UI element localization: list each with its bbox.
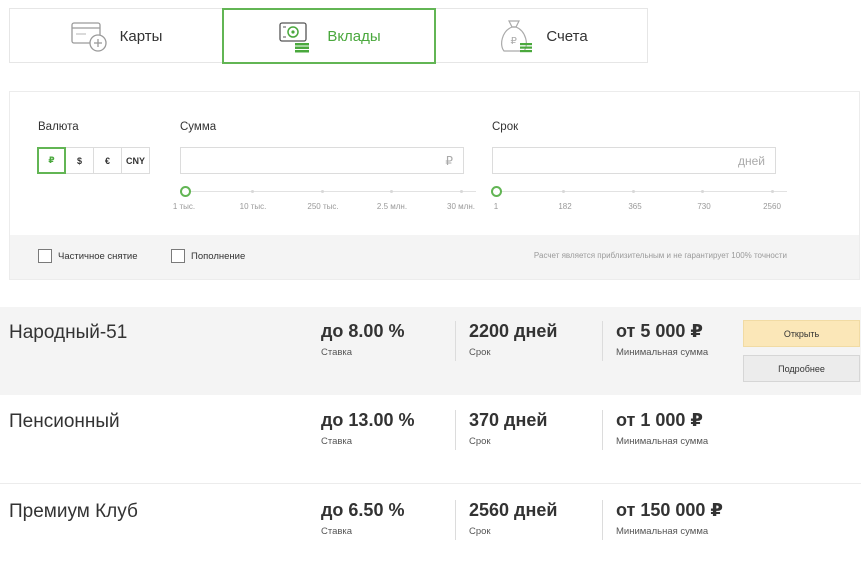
amount-slider-step [321, 190, 324, 193]
amount-slider-handle[interactable] [180, 186, 191, 197]
amount-slider-step [390, 190, 393, 193]
rate-block: до 6.50 % Ставка [321, 500, 404, 537]
partial-withdrawal-checkbox[interactable]: Частичное снятие [38, 249, 138, 263]
term-label: Срок [492, 121, 519, 133]
open-deposit-button[interactable]: Открыть [743, 320, 860, 347]
tab-label: Счета [546, 27, 588, 45]
rate-value: до 8.00 % [321, 321, 405, 341]
amount-currency-suffix: ₽ [445, 153, 453, 168]
min-sum-block: от 1 000 ₽ Минимальная сумма [616, 410, 708, 447]
term-tick: 365 [628, 202, 642, 211]
rate-block: до 8.00 % Ставка [321, 321, 404, 358]
tab-accounts[interactable]: ₽ Счета [436, 8, 648, 64]
rate-caption: Ставка [321, 526, 353, 537]
divider [602, 500, 603, 540]
divider [602, 321, 603, 361]
amount-tick: 30 млн. [447, 202, 475, 211]
deposit-row: Пенсионный до 13.00 % Ставка 370 дней Ср… [0, 396, 861, 484]
currency-selector: ₽ $ € CNY [37, 147, 150, 174]
amount-tick: 250 тыс. [307, 202, 339, 211]
currency-eur-button[interactable]: € [93, 147, 122, 174]
term-slider-step [771, 190, 774, 193]
tab-cards[interactable]: Карты [10, 8, 222, 64]
term-value: 2200 дней [469, 321, 558, 341]
divider [602, 410, 603, 450]
amount-label: Сумма [180, 121, 217, 133]
checkbox-box[interactable] [38, 249, 52, 263]
min-sum-value: от 150 000 ₽ [616, 500, 723, 520]
currency-usd-button[interactable]: $ [65, 147, 94, 174]
rate-value: до 13.00 % [321, 410, 415, 430]
term-slider[interactable]: 1 182 365 730 2560 [491, 185, 791, 211]
divider [455, 500, 456, 540]
checkbox-label: Частичное снятие [58, 250, 138, 262]
checkbox-box[interactable] [171, 249, 185, 263]
term-tick: 1 [493, 202, 499, 211]
term-block: 2200 дней Срок [469, 321, 557, 358]
term-tick: 730 [697, 202, 711, 211]
amount-slider-step [251, 190, 254, 193]
term-value: 370 дней [469, 410, 548, 430]
deposit-name[interactable]: Премиум Клуб [9, 501, 138, 523]
term-caption: Срок [469, 347, 491, 358]
term-slider-step [632, 190, 635, 193]
amount-slider[interactable]: 1 тыс. 10 тыс. 250 тыс. 2.5 млн. 30 млн. [173, 185, 480, 211]
amount-slider-track [184, 191, 476, 192]
term-slider-step [701, 190, 704, 193]
term-caption: Срок [469, 526, 491, 537]
divider [455, 321, 456, 361]
term-value: 2560 дней [469, 500, 558, 520]
tab-label: Карты [119, 27, 163, 45]
product-tabs: Карты Вклады ₽ Счета [9, 8, 648, 64]
rate-value: до 6.50 % [321, 500, 405, 520]
term-unit-suffix: дней [737, 153, 765, 168]
deposit-name[interactable]: Народный-51 [9, 322, 127, 344]
rate-caption: Ставка [321, 347, 353, 358]
svg-text:₽: ₽ [511, 36, 518, 47]
term-slider-handle[interactable] [491, 186, 502, 197]
deposit-filter-panel: Валюта ₽ $ € CNY Сумма ₽ 1 тыс. 10 тыс. … [9, 91, 860, 280]
term-caption: Срок [469, 436, 491, 447]
amount-tick: 10 тыс. [239, 202, 267, 211]
term-tick: 182 [558, 202, 572, 211]
min-sum-block: от 5 000 ₽ Минимальная сумма [616, 321, 708, 358]
min-sum-caption: Минимальная сумма [616, 436, 709, 447]
rate-caption: Ставка [321, 436, 353, 447]
amount-tick: 1 тыс. [172, 202, 196, 211]
min-sum-caption: Минимальная сумма [616, 347, 709, 358]
term-block: 2560 дней Срок [469, 500, 557, 537]
deposit-row: Премиум Клуб до 6.50 % Ставка 2560 дней … [0, 486, 861, 574]
tab-deposits[interactable]: Вклады [222, 8, 436, 64]
card-icon [70, 19, 108, 53]
min-sum-value: от 1 000 ₽ [616, 410, 703, 430]
amount-slider-step [460, 190, 463, 193]
min-sum-block: от 150 000 ₽ Минимальная сумма [616, 500, 723, 537]
deposit-row: Народный-51 до 8.00 % Ставка 2200 дней С… [0, 307, 861, 395]
term-block: 370 дней Срок [469, 410, 547, 447]
deposit-icon [277, 19, 315, 53]
currency-label: Валюта [38, 121, 79, 133]
min-sum-value: от 5 000 ₽ [616, 321, 703, 341]
amount-input[interactable]: ₽ [180, 147, 464, 174]
tab-label: Вклады [327, 27, 381, 45]
currency-cny-button[interactable]: CNY [121, 147, 150, 174]
disclaimer-text: Расчет является приблизительным и не гар… [533, 251, 787, 260]
currency-rub-button[interactable]: ₽ [37, 147, 66, 174]
replenishment-checkbox[interactable]: Пополнение [171, 249, 245, 263]
min-sum-caption: Минимальная сумма [616, 526, 709, 537]
moneybag-icon: ₽ [496, 17, 534, 55]
term-input[interactable]: дней [492, 147, 776, 174]
deposit-name[interactable]: Пенсионный [9, 411, 120, 433]
term-slider-track [495, 191, 787, 192]
filter-options-bar: Частичное снятие Пополнение Расчет являе… [10, 235, 859, 279]
term-tick: 2560 [763, 202, 781, 211]
details-button[interactable]: Подробнее [743, 355, 860, 382]
term-slider-step [562, 190, 565, 193]
checkbox-label: Пополнение [191, 250, 246, 262]
divider [455, 410, 456, 450]
amount-tick: 2.5 млн. [376, 202, 408, 211]
rate-block: до 13.00 % Ставка [321, 410, 414, 447]
